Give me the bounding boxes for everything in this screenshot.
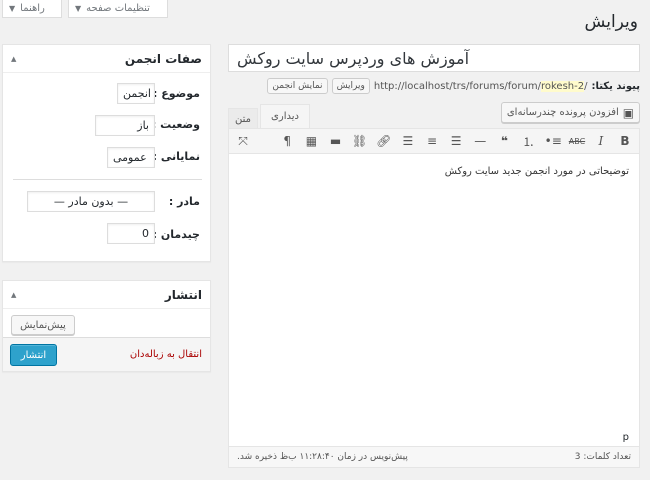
move-to-trash-link[interactable]: انتقال به زباله‌دان	[130, 349, 202, 360]
forum-attributes-title: صفات انجمن	[124, 51, 202, 66]
visibility-select[interactable]: عمومی	[107, 147, 155, 168]
media-icon: ▣	[622, 105, 635, 120]
horizontal-rule-icon[interactable]: —	[472, 134, 488, 148]
link-icon[interactable]: 🔗︎	[376, 134, 392, 148]
kitchen-sink-icon[interactable]: ▦	[303, 134, 319, 148]
publish-actions: انتشار انتقال به زباله‌دان	[3, 337, 210, 371]
status-label: وضعیت :	[151, 118, 200, 131]
strikethrough-icon[interactable]: ABC	[569, 137, 585, 146]
permalink-row: نمایش انجمن ویرایش http://localhost/trs/…	[228, 76, 640, 96]
permalink-trail: /	[584, 80, 588, 92]
word-count: تعداد کلمات: 3	[574, 452, 631, 462]
blockquote-icon[interactable]: ❝	[496, 134, 512, 148]
unlink-icon[interactable]: ⛓	[352, 134, 368, 148]
toggle-arrow-icon[interactable]: ▲	[11, 55, 16, 63]
publish-box: ▲ انتشار پیش‌نمایش انتشار انتقال به زبال…	[2, 280, 211, 372]
visibility-label: نمایانی :	[152, 150, 200, 163]
post-editor: افزودن پرونده چندرسانه‌ای ▣ متن دیداری ⤧…	[228, 102, 640, 468]
permalink-slug: rokesh-2	[540, 80, 585, 92]
tab-visual[interactable]: دیداری	[260, 104, 310, 128]
view-forum-button[interactable]: نمایش انجمن	[267, 78, 328, 94]
caret-down-icon: ▼	[75, 4, 82, 13]
align-right-icon[interactable]: ☰	[400, 134, 416, 148]
bold-icon[interactable]: B	[617, 134, 633, 148]
order-label: چیدمان :	[152, 228, 200, 241]
bulleted-list-icon[interactable]: •≡	[545, 134, 562, 148]
caret-down-icon: ▼	[9, 4, 16, 13]
editor-content[interactable]: توضیحاتی در مورد انجمن جدید سایت روکش	[228, 154, 640, 432]
order-input[interactable]: 0	[107, 223, 155, 244]
paragraph-icon[interactable]: ¶	[279, 134, 295, 148]
forum-attributes-header[interactable]: ▲ صفات انجمن	[3, 45, 210, 73]
editor-toolbar: ⤧ ¶ ▦ ▬ ⛓ 🔗︎ ☰ ≡ ☰ — ❝ ⒈ •≡ ABC I B	[228, 128, 640, 154]
add-media-label: افزودن پرونده چندرسانه‌ای	[506, 107, 619, 118]
add-media-button[interactable]: افزودن پرونده چندرسانه‌ای ▣	[501, 102, 640, 123]
edit-permalink-button[interactable]: ویرایش	[331, 78, 370, 94]
screen-options-label: تنظیمات صفحه	[86, 3, 150, 14]
align-left-icon[interactable]: ☰	[448, 134, 464, 148]
help-tab[interactable]: ▼ راهنما	[2, 0, 62, 18]
publish-header[interactable]: ▲ انتشار	[3, 281, 210, 309]
toggle-arrow-icon[interactable]: ▲	[11, 291, 16, 299]
italic-icon[interactable]: I	[593, 134, 609, 148]
status-select[interactable]: باز	[95, 115, 155, 136]
type-label: موضوع :	[153, 87, 200, 100]
draft-saved-status: پیش‌نویس در زمان ۱۱:۲۸:۴۰ ب‌ظ ذخیره شد.	[237, 452, 408, 462]
fullscreen-icon[interactable]: ⤧	[235, 134, 251, 149]
numbered-list-icon[interactable]: ⒈	[521, 133, 537, 150]
editor-status-bar: پیش‌نویس در زمان ۱۱:۲۸:۴۰ ب‌ظ ذخیره شد. …	[228, 446, 640, 468]
publish-button[interactable]: انتشار	[10, 344, 57, 366]
preview-button[interactable]: پیش‌نمایش	[11, 315, 75, 335]
tab-text[interactable]: متن	[228, 108, 258, 130]
permalink-url[interactable]: http://localhost/trs/forums/forum/rokesh…	[373, 80, 588, 92]
align-center-icon[interactable]: ≡	[424, 134, 440, 148]
page-title: ویرایش	[584, 12, 638, 32]
type-select[interactable]: انجمن	[117, 83, 155, 104]
parent-select[interactable]: — بدون مادر —	[27, 191, 155, 212]
divider	[13, 179, 202, 180]
forum-attributes-box: ▲ صفات انجمن موضوع : انجمن وضعیت : باز ن…	[2, 44, 211, 262]
permalink-base: http://localhost/trs/forums/forum/	[373, 80, 541, 92]
help-tab-label: راهنما	[20, 3, 45, 14]
publish-title: انتشار	[164, 287, 202, 302]
permalink-label: پیوند یکتا:	[591, 80, 640, 92]
parent-label: مادر :	[168, 195, 200, 208]
post-title-input[interactable]: آموزش های وردپرس سایت روکش	[228, 44, 640, 72]
screen-options-tab[interactable]: ▼ تنظیمات صفحه	[68, 0, 168, 18]
read-more-icon[interactable]: ▬	[328, 134, 344, 148]
